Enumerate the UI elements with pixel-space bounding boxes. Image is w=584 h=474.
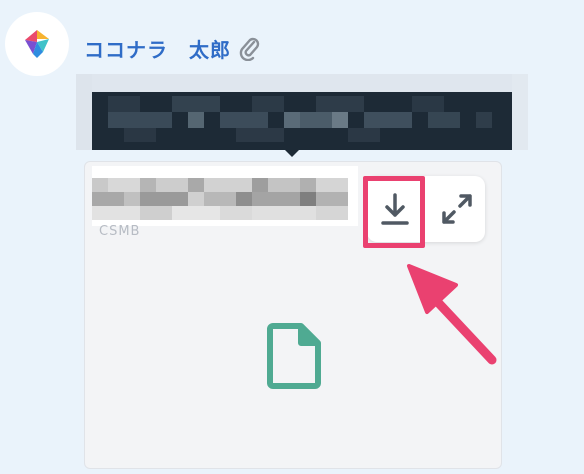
document-file-icon: [267, 323, 321, 393]
redacted-file-name: [92, 166, 358, 226]
expand-button[interactable]: [429, 176, 485, 242]
file-extension-hint: CSMB: [99, 224, 141, 239]
message-header: ココナラ 太郎: [84, 30, 261, 66]
sender-avatar[interactable]: [5, 12, 69, 76]
expand-icon: [442, 194, 472, 224]
file-name-tooltip: [76, 74, 528, 150]
sender-name[interactable]: ココナラ 太郎: [84, 34, 231, 63]
coconala-logo-icon: [25, 30, 49, 58]
file-attachment-card[interactable]: CSMB: [84, 161, 502, 469]
tooltip-pointer: [284, 149, 300, 157]
download-icon: [381, 193, 409, 225]
attachment-action-bar: [367, 176, 485, 242]
download-button[interactable]: [367, 176, 423, 242]
paperclip-icon: [239, 35, 261, 61]
redacted-tooltip-text: [76, 74, 528, 150]
